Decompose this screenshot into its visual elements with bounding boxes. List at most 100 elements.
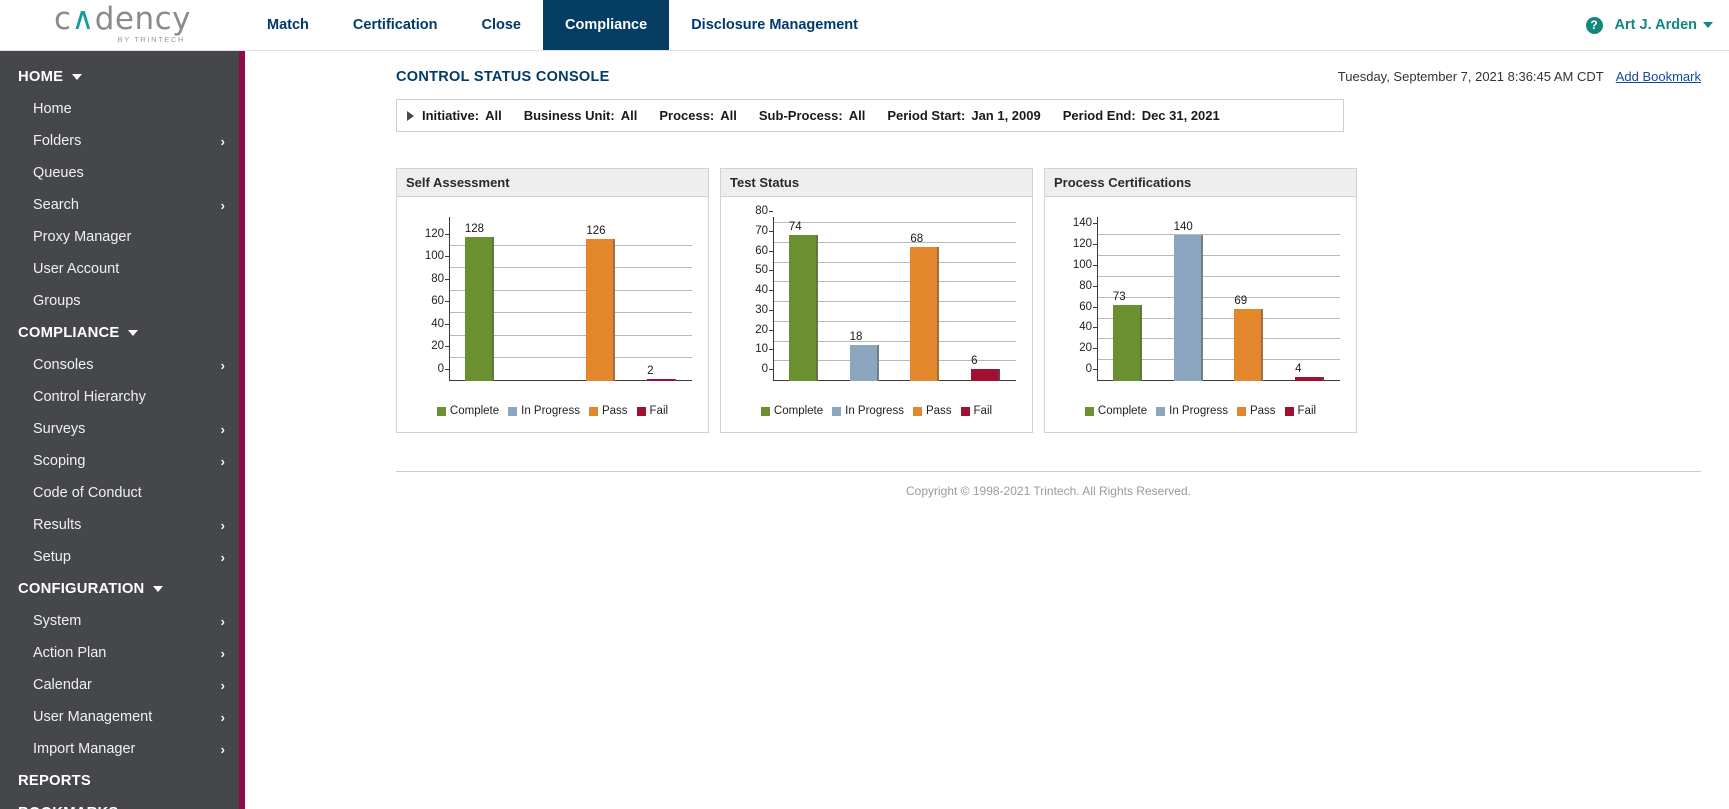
chart-bar-value-label: 4 [1295, 362, 1302, 375]
triangle-right-icon[interactable] [407, 110, 414, 121]
sidebar-item-system[interactable]: System › [0, 605, 239, 637]
sidebar-group-reports[interactable]: REPORTS [0, 765, 239, 797]
sidebar-item-search[interactable]: Search › [0, 189, 239, 221]
page-meta: Tuesday, September 7, 2021 8:36:45 AM CD… [1338, 69, 1701, 84]
legend-color-swatch [960, 406, 970, 416]
chart-bar-value-label: 128 [464, 222, 485, 235]
chart-bar-group [510, 223, 571, 381]
chart-bar[interactable]: 73 [1112, 291, 1142, 381]
filter-label: Sub-Process: [758, 108, 843, 123]
sidebar-item-label: Groups [33, 293, 81, 309]
chart-bar[interactable]: 126 [586, 225, 616, 381]
sidebar-group-home[interactable]: HOME [0, 61, 239, 93]
panel-test-status: Test Status 0 10 20 30 40 50 60 70 80 74 18 68 6 Com… [720, 168, 1033, 433]
chart-bar[interactable]: 4 [1295, 363, 1325, 381]
sidebar-item-calendar[interactable]: Calendar › [0, 669, 239, 701]
legend-item[interactable]: Pass [588, 405, 628, 417]
sidebar-item-label: User Management [33, 709, 153, 725]
sidebar-item-label: Calendar [33, 677, 92, 693]
sidebar-item-import-manager[interactable]: Import Manager › [0, 733, 239, 765]
bar-chart-process-certifications[interactable]: 0 20 40 60 80 100 120 140 73 140 69 4 [1051, 205, 1350, 403]
legend-item[interactable]: In Progress [832, 405, 904, 417]
chart-bar-value-label: 74 [788, 220, 802, 233]
chart-bar[interactable]: 68 [910, 233, 940, 381]
sidebar-item-setup[interactable]: Setup › [0, 541, 239, 573]
nav-tab-compliance[interactable]: Compliance [543, 0, 670, 50]
filter-label: Initiative: [422, 108, 480, 123]
app-logo[interactable]: c∧dency BY TRINTECH [0, 0, 245, 50]
filter-period-end[interactable]: Period End: Dec 31, 2021 [1063, 108, 1220, 123]
legend-color-swatch [760, 406, 770, 416]
filter-sub-process[interactable]: Sub-Process: All [759, 108, 865, 123]
chart-bar[interactable]: 140 [1173, 221, 1203, 381]
nav-tab-close[interactable]: Close [460, 0, 544, 50]
sidebar-item-label: Import Manager [33, 741, 136, 757]
legend-item[interactable]: Fail [960, 405, 992, 417]
chart-bar[interactable]: 2 [647, 365, 677, 381]
filter-period-start[interactable]: Period Start: Jan 1, 2009 [887, 108, 1040, 123]
sidebar-item-control-hierarchy[interactable]: Control Hierarchy [0, 381, 239, 413]
sidebar-item-scoping[interactable]: Scoping › [0, 445, 239, 477]
chart-bar[interactable]: 74 [788, 221, 818, 381]
legend-item[interactable]: Pass [912, 405, 952, 417]
user-menu[interactable]: Art J. Arden [1615, 17, 1713, 33]
sidebar-item-consoles[interactable]: Consoles › [0, 349, 239, 381]
sidebar-group-compliance[interactable]: COMPLIANCE [0, 317, 239, 349]
sidebar-item-user-management[interactable]: User Management › [0, 701, 239, 733]
sidebar-item-label: Setup [33, 549, 71, 565]
nav-tab-disclosure-management[interactable]: Disclosure Management [669, 0, 880, 50]
filter-initiative[interactable]: Initiative: All [422, 108, 502, 123]
legend-color-swatch [1284, 406, 1294, 416]
logo-tagline: BY TRINTECH [117, 35, 186, 45]
sidebar-item-label: Queues [33, 165, 84, 181]
legend-item[interactable]: Complete [760, 405, 823, 417]
sidebar-group-configuration[interactable]: CONFIGURATION [0, 573, 239, 605]
sidebar-item-user-account[interactable]: User Account [0, 253, 239, 285]
legend-item[interactable]: Fail [636, 405, 668, 417]
legend-item[interactable]: Complete [1084, 405, 1147, 417]
help-icon[interactable]: ? [1585, 16, 1603, 34]
sidebar-item-action-plan[interactable]: Action Plan › [0, 637, 239, 669]
sidebar-item-results[interactable]: Results › [0, 509, 239, 541]
panel-body: 0 20 40 60 80 100 120 140 73 140 69 4 Complete In Pr… [1045, 197, 1356, 432]
chevron-right-icon: › [220, 645, 225, 661]
legend-item[interactable]: Complete [436, 405, 499, 417]
filter-value: All [720, 108, 737, 123]
sidebar-item-code-of-conduct[interactable]: Code of Conduct [0, 477, 239, 509]
filter-process[interactable]: Process: All [659, 108, 737, 123]
legend-color-swatch [912, 406, 922, 416]
y-axis-tick-label: 40 [755, 284, 773, 296]
chart-bar-value-label: 73 [1112, 291, 1126, 304]
sidebar-group-bookmarks[interactable]: BOOKMARKS [0, 797, 239, 809]
sidebar-item-folders[interactable]: Folders › [0, 125, 239, 157]
nav-tab-match[interactable]: Match [245, 0, 331, 50]
chart-bar[interactable]: 18 [849, 331, 879, 381]
filter-business-unit[interactable]: Business Unit: All [524, 108, 638, 123]
sidebar-item-queues[interactable]: Queues [0, 157, 239, 189]
chart-bar[interactable]: 128 [464, 223, 494, 381]
legend-item[interactable]: Fail [1284, 405, 1316, 417]
legend-item[interactable]: Pass [1236, 405, 1276, 417]
chevron-right-icon: › [220, 517, 225, 533]
sidebar-item-groups[interactable]: Groups [0, 285, 239, 317]
panel-title: Test Status [721, 169, 1032, 197]
chart-bar-group: 18 [834, 223, 895, 381]
sidebar-item-label: Proxy Manager [33, 229, 132, 245]
bar-chart-self-assessment[interactable]: 0 20 40 60 80 100 120 128 126 2 [403, 205, 702, 403]
filter-label: Period End: [1062, 108, 1136, 123]
chart-bar[interactable]: 6 [971, 355, 1001, 381]
sidebar-group-label: CONFIGURATION [18, 581, 145, 597]
chart-bar[interactable]: 69 [1234, 295, 1264, 381]
sidebar-item-home[interactable]: Home [0, 93, 239, 125]
add-bookmark-link[interactable]: Add Bookmark [1616, 69, 1701, 84]
chart-plot-area: 0 20 40 60 80 100 120 140 73 140 69 4 [1073, 217, 1340, 381]
y-axis-tick-label: 40 [431, 317, 449, 330]
nav-tab-certification[interactable]: Certification [331, 0, 460, 50]
legend-item[interactable]: In Progress [1156, 405, 1228, 417]
y-axis-tick-label: 10 [755, 343, 773, 356]
sidebar-item-surveys[interactable]: Surveys › [0, 413, 239, 445]
legend-item[interactable]: In Progress [508, 405, 580, 417]
chart-bar-group: 73 [1097, 223, 1158, 381]
sidebar-item-proxy-manager[interactable]: Proxy Manager [0, 221, 239, 253]
bar-chart-test-status[interactable]: 0 10 20 30 40 50 60 70 80 74 18 68 6 [727, 205, 1026, 403]
